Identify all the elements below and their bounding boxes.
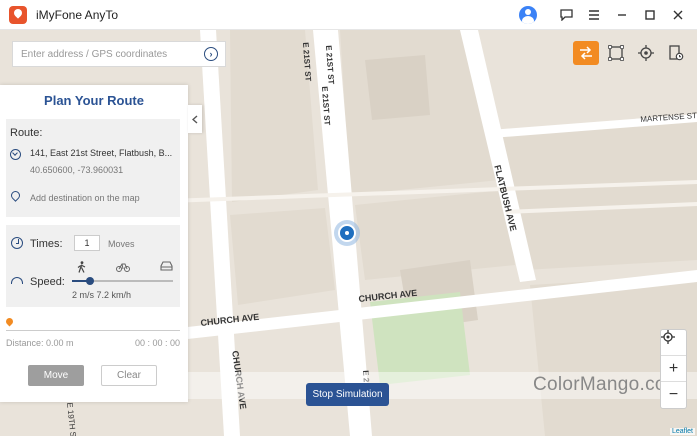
walk-icon[interactable] [76, 261, 87, 276]
feedback-icon[interactable] [555, 4, 577, 26]
app-logo-icon [9, 5, 27, 24]
clear-button[interactable]: Clear [101, 365, 157, 386]
progress-pin-icon [4, 316, 15, 327]
speed-slider[interactable] [72, 277, 173, 285]
speed-label: Speed: [30, 276, 65, 288]
mode-toolbar [573, 41, 697, 65]
locate-icon[interactable] [661, 330, 686, 356]
stop-simulation-button[interactable]: Stop Simulation [306, 383, 389, 406]
car-icon[interactable] [160, 261, 173, 274]
settings-section: Times: 1 Moves Speed: 2 m/s 7.2 km/h [6, 225, 180, 307]
chevron-left-icon [192, 114, 198, 124]
panel-title: Plan Your Route [44, 93, 144, 108]
distance-readout: Distance: 0.00 m [6, 338, 74, 348]
minimize-icon[interactable] [611, 4, 633, 26]
leaflet-attribution[interactable]: Leaflet [669, 428, 695, 435]
speed-slider-handle[interactable] [86, 277, 95, 285]
timer-readout: 00 : 00 : 00 [134, 338, 180, 348]
route-label: Route: [10, 127, 43, 139]
search-input[interactable] [13, 42, 204, 66]
route-address: 141, East 21st Street, Flatbush, B... [30, 148, 173, 158]
teleport-icon[interactable] [633, 41, 659, 65]
route-coordinates: 40.650600, -73.960031 [30, 165, 124, 175]
zoom-controls: + − [660, 329, 687, 409]
maximize-icon[interactable] [639, 4, 661, 26]
add-destination-hint: Add destination on the map [30, 193, 140, 203]
plan-route-panel: Plan Your Route Route: 141, East 21st St… [0, 85, 188, 402]
location-pin-icon [9, 189, 22, 202]
clock-icon [11, 237, 23, 249]
speed-value: 2 m/s 7.2 km/h [72, 290, 132, 300]
menu-icon[interactable] [583, 4, 605, 26]
title-bar: iMyFone AnyTo [0, 0, 697, 30]
search-go-icon[interactable]: › [204, 47, 218, 61]
progress-track [6, 330, 180, 331]
two-spot-route-icon[interactable] [603, 41, 629, 65]
times-unit: Moves [108, 239, 135, 249]
times-input[interactable]: 1 [74, 235, 100, 251]
bike-icon[interactable] [116, 261, 130, 275]
move-button[interactable]: Move [28, 365, 84, 386]
user-avatar-icon[interactable] [519, 6, 537, 24]
search-box: › [12, 41, 226, 67]
app-title: iMyFone AnyTo [36, 7, 119, 22]
collapse-panel-button[interactable] [188, 105, 202, 133]
multi-spot-route-icon[interactable] [573, 41, 599, 65]
close-icon[interactable] [667, 4, 689, 26]
history-icon[interactable] [663, 41, 689, 65]
zoom-in-button[interactable]: + [661, 356, 686, 382]
zoom-out-button[interactable]: − [661, 382, 686, 408]
route-section: Route: 141, East 21st Street, Flatbush, … [6, 119, 180, 217]
chevron-down-icon[interactable] [10, 149, 21, 160]
times-label: Times: [30, 238, 63, 250]
speedometer-icon [11, 277, 23, 284]
